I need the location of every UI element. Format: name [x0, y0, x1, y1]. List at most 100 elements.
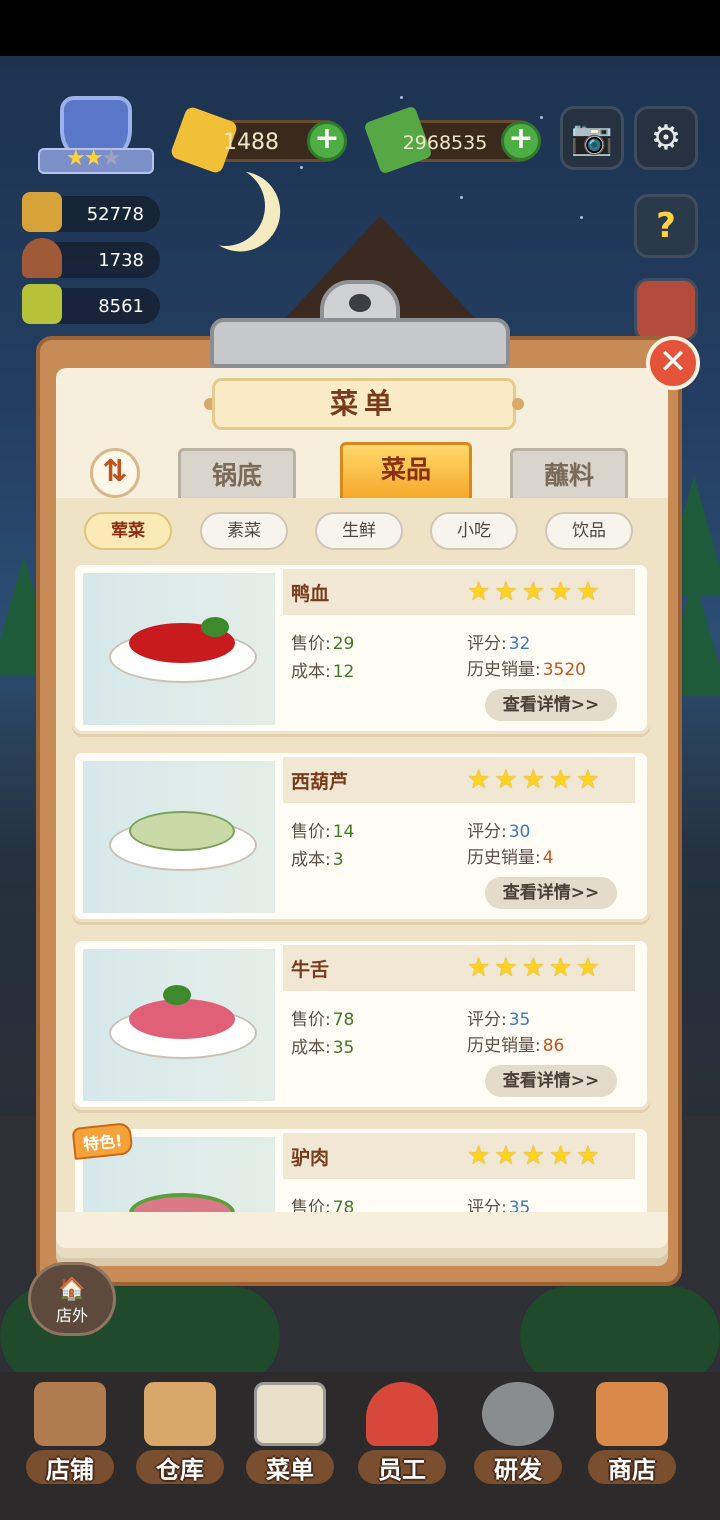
dish-card-zucchini[interactable]: 西葫芦 ★★★★★ 售价: 14 成本: 3 评分: 30 历史销量: 4 查看详情>> [72, 750, 650, 922]
rating-stars: ★★★★★ [467, 1141, 604, 1171]
garnish [163, 985, 191, 1005]
score-field: 评分: 30 [467, 822, 531, 842]
sales-field: 历史销量: 86 [467, 1036, 565, 1056]
stat-chef-level: 52778 [22, 192, 160, 232]
stat-value: 8561 [98, 295, 144, 317]
cost-field: 成本: 3 [291, 850, 344, 870]
status-bar [0, 0, 720, 56]
dish-name: 鸭血 [291, 583, 330, 605]
nav-menu[interactable]: 菜单 [240, 1378, 340, 1488]
price-field: 售价: 29 [291, 634, 355, 654]
cost-field: 成本: 12 [291, 662, 355, 682]
store-icon [596, 1382, 668, 1446]
dish-name: 驴肉 [291, 1147, 330, 1169]
rating-stars: ★★★★★ [467, 577, 604, 607]
nav-store[interactable]: 商店 [582, 1378, 682, 1488]
nav-warehouse[interactable]: 仓库 [130, 1378, 230, 1488]
add-cash-button[interactable]: + [501, 121, 541, 161]
nav-label: 店铺 [46, 1456, 94, 1484]
view-details-button[interactable]: 查看详情>> [485, 877, 617, 909]
research-pot-icon [482, 1382, 554, 1446]
score-field: 评分: 35 [467, 1198, 531, 1212]
nav-staff[interactable]: 员工 [352, 1378, 452, 1488]
stat-dishes: 1738 [22, 238, 160, 278]
dish-list[interactable]: 鸭血 ★★★★★ 售价: 29 成本: 12 评分: 32 历史销量: 3520 查看详… [72, 562, 652, 1212]
outside-label: 店外 [55, 1306, 88, 1325]
help-book-button[interactable]: ? [634, 194, 698, 258]
title-ornament [512, 398, 524, 410]
gem-counter: 1488 + [169, 105, 347, 175]
dish-card-beef-tongue[interactable]: 牛舌 ★★★★★ 售价: 78 成本: 35 评分: 35 历史销量: 86 查看详情>… [72, 938, 650, 1110]
score-field: 评分: 32 [467, 634, 531, 654]
nav-shop[interactable]: 店铺 [20, 1378, 120, 1488]
rank-stars: ★★★ [66, 146, 121, 171]
tab-dipping-sauce[interactable]: 蘸料 [510, 448, 628, 498]
nav-label: 菜单 [266, 1456, 314, 1484]
nav-label: 研发 [494, 1456, 542, 1484]
price-field: 售价: 14 [291, 822, 355, 842]
special-badge: 特色! [72, 1121, 134, 1161]
stat-value: 1738 [98, 249, 144, 271]
clip-hole [349, 294, 371, 312]
menu-title: 菜单 [212, 378, 516, 430]
sales-field: 历史销量: 3520 [467, 660, 586, 680]
add-gems-button[interactable]: + [307, 121, 347, 161]
nav-label: 员工 [378, 1456, 426, 1484]
subtab-vegetable[interactable]: 素菜 [200, 512, 288, 550]
cash-value: 2968535 [402, 132, 488, 154]
camera-button[interactable]: 📷 [560, 106, 624, 170]
dish-name: 西葫芦 [291, 771, 349, 793]
price-field: 售价: 78 [291, 1010, 355, 1030]
cloche-icon [22, 238, 62, 278]
dish-thumbnail [83, 573, 275, 725]
sky-star [460, 196, 463, 199]
tab-dishes[interactable]: 菜品 [340, 442, 472, 498]
sky-star [300, 166, 303, 169]
view-details-button[interactable]: 查看详情>> [485, 1065, 617, 1097]
clipboard-clip [210, 280, 510, 368]
food-beef-tongue [129, 999, 235, 1039]
nav-label: 商店 [608, 1456, 656, 1484]
subtab-drink[interactable]: 饮品 [545, 512, 633, 550]
subtab-snack[interactable]: 小吃 [430, 512, 518, 550]
close-button[interactable]: ✕ [646, 336, 700, 390]
nav-research[interactable]: 研发 [468, 1378, 568, 1488]
settings-button[interactable]: ⚙ [634, 106, 698, 170]
clip-bar [210, 318, 510, 368]
sort-button[interactable]: ⇅ [90, 448, 140, 498]
nav-label: 仓库 [156, 1456, 204, 1484]
stat-value: 52778 [86, 203, 144, 225]
rank-badge[interactable]: ★★★ [38, 96, 154, 184]
view-details-button[interactable]: 查看详情>> [485, 689, 617, 721]
food-zucchini [129, 811, 235, 851]
warehouse-boxes-icon [144, 1382, 216, 1446]
score-field: 评分: 35 [467, 1010, 531, 1030]
bushes [520, 1286, 720, 1386]
clipboard-menu-icon [254, 1382, 326, 1446]
subtab-meat[interactable]: 荤菜 [84, 512, 172, 550]
sales-field: 历史销量: 4 [467, 848, 554, 868]
rating-stars: ★★★★★ [467, 953, 604, 983]
stat-recipes: 8561 [22, 284, 160, 324]
price-field: 售价: 78 [291, 1198, 355, 1212]
subtab-fresh[interactable]: 生鲜 [315, 512, 403, 550]
shop-building-icon [34, 1382, 106, 1446]
recipe-book-icon [22, 284, 62, 324]
dish-thumbnail [83, 949, 275, 1101]
garnish [201, 617, 229, 637]
dish-card-duck-blood[interactable]: 鸭血 ★★★★★ 售价: 29 成本: 12 评分: 32 历史销量: 3520 查看详… [72, 562, 650, 734]
gear-icon: ⚙ [650, 118, 682, 158]
dish-name: 牛舌 [291, 959, 330, 981]
cash-counter: 2968535 + [363, 105, 541, 175]
dish-card-donkey-meat[interactable]: 特色! 驴肉 ★★★★★ 售价: 78 评分: 35 [72, 1121, 650, 1212]
go-outside-button[interactable]: 🏠 店外 [28, 1262, 116, 1336]
help-book-icon: ? [656, 206, 676, 246]
cost-field: 成本: 35 [291, 1038, 355, 1058]
tab-soup-base[interactable]: 锅底 [178, 448, 296, 498]
dish-thumbnail [83, 761, 275, 913]
recipe-book-button[interactable] [634, 278, 698, 342]
sky-star [540, 116, 543, 119]
sky-star [400, 96, 403, 99]
camera-icon: 📷 [570, 118, 614, 158]
chef-hat-icon [22, 192, 62, 232]
